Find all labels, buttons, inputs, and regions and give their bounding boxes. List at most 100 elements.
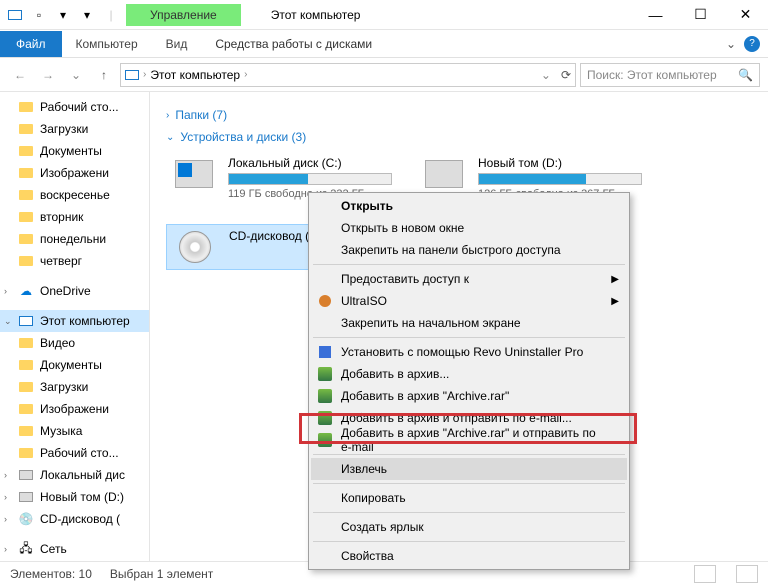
expand-icon[interactable]: ⌄ (4, 316, 12, 327)
context-item[interactable]: Установить с помощью Revo Uninstaller Pr… (311, 341, 627, 363)
file-tab[interactable]: Файл (0, 31, 62, 57)
pc-icon (18, 313, 34, 329)
address-field[interactable]: › Этот компьютер › ⌄ ⟳ (120, 63, 576, 87)
view-details-button[interactable] (694, 565, 716, 583)
context-item-label: Извлечь (341, 462, 387, 476)
drive-usage-bar (228, 173, 392, 185)
sidebar-item-label: воскресенье (40, 188, 110, 202)
context-separator (313, 483, 625, 484)
context-item[interactable]: Закрепить на начальном экране (311, 312, 627, 334)
expand-icon[interactable]: › (4, 544, 7, 554)
sidebar-item-pictures[interactable]: Изображени (0, 398, 149, 420)
expand-icon[interactable]: › (4, 492, 7, 502)
refresh-icon[interactable]: ⟳ (561, 68, 571, 82)
sidebar-item-label: Рабочий сто... (40, 446, 119, 460)
disk-icon (18, 467, 34, 483)
sidebar-item-disk[interactable]: › Новый том (D:) (0, 486, 149, 508)
sidebar-item-cd[interactable]: ›💿CD-дисковод ( (0, 508, 149, 530)
recent-dropdown[interactable]: ⌄ (64, 63, 88, 87)
ribbon-context-label: Управление (126, 4, 241, 26)
submenu-arrow-icon: ▶ (611, 296, 619, 307)
context-item[interactable]: Закрепить на панели быстрого доступа (311, 239, 627, 261)
qat-properties-icon[interactable]: ▫ (28, 4, 50, 26)
context-item[interactable]: Добавить в архив "Archive.rar" и отправи… (311, 429, 627, 451)
context-item[interactable]: Свойства (311, 545, 627, 567)
sidebar-item-folder[interactable]: воскресенье (0, 184, 149, 206)
rar-icon (317, 366, 333, 382)
sidebar-item-pictures[interactable]: Изображени (0, 162, 149, 184)
sidebar-item-pc[interactable]: ⌄Этот компьютер (0, 310, 149, 332)
onedrive-icon: ☁ (18, 283, 34, 299)
context-item[interactable]: Копировать (311, 487, 627, 509)
search-field[interactable]: Поиск: Этот компьютер 🔍 (580, 63, 760, 87)
expand-icon[interactable]: › (4, 470, 7, 480)
sidebar-item-downloads[interactable]: Загрузки (0, 118, 149, 140)
sidebar-item-music[interactable]: Музыка (0, 420, 149, 442)
sidebar-item-network[interactable]: ›🖧Сеть (0, 538, 149, 560)
group-folders[interactable]: › Папки (7) (166, 108, 752, 122)
context-separator (313, 541, 625, 542)
sidebar-item-label: Документы (40, 358, 102, 372)
folder-icon (18, 187, 34, 203)
forward-button[interactable]: → (36, 63, 60, 87)
sidebar-item-folder[interactable]: вторник (0, 206, 149, 228)
context-item[interactable]: Открыть (311, 195, 627, 217)
ribbon-collapse-icon[interactable]: ⌄ (718, 37, 744, 51)
ribbon-tab-disktools[interactable]: Средства работы с дисками (201, 31, 386, 57)
help-button[interactable]: ? (744, 36, 760, 52)
back-button[interactable]: ← (8, 63, 32, 87)
context-item[interactable]: Извлечь (311, 458, 627, 480)
sidebar-item-label: Загрузки (40, 122, 88, 136)
folder-icon (18, 253, 34, 269)
pictures-icon (18, 165, 34, 181)
explorer-icon (4, 4, 26, 26)
close-button[interactable]: ✕ (723, 1, 768, 29)
win-drive-icon (170, 156, 218, 192)
sidebar-item-folder[interactable]: понедельни (0, 228, 149, 250)
sidebar-item-desktop[interactable]: Рабочий сто... (0, 96, 149, 118)
qat-newfolder-icon[interactable]: ▾ (52, 4, 74, 26)
drive-name: Новый том (D:) (478, 156, 642, 170)
qat-customize-icon[interactable]: ▾ (76, 4, 98, 26)
context-item-label: Открыть в новом окне (341, 221, 464, 235)
pictures-icon (18, 401, 34, 417)
navigation-pane[interactable]: Рабочий сто... Загрузки Документы Изображен… (0, 92, 150, 561)
sidebar-item-label: Сеть (40, 542, 67, 556)
ribbon-tab-computer[interactable]: Компьютер (62, 31, 152, 57)
desktop-icon (18, 445, 34, 461)
up-button[interactable]: ↑ (92, 63, 116, 87)
ribbon-tab-view[interactable]: Вид (152, 31, 202, 57)
maximize-button[interactable]: ☐ (678, 1, 723, 29)
expand-icon[interactable]: › (4, 286, 7, 296)
sidebar-item-label: Изображени (40, 166, 109, 180)
sidebar-item-onedrive[interactable]: ›☁OneDrive (0, 280, 149, 302)
ribbon: Файл Компьютер Вид Средства работы с дис… (0, 30, 768, 58)
view-icons-button[interactable] (736, 565, 758, 583)
context-item[interactable]: UltraISO▶ (311, 290, 627, 312)
breadcrumb-root[interactable]: Этот компьютер (150, 68, 240, 82)
sidebar-item-disk[interactable]: ›Локальный дис (0, 464, 149, 486)
context-item[interactable]: Создать ярлык (311, 516, 627, 538)
disk-icon (18, 489, 34, 505)
cd-icon: 💿 (18, 511, 34, 527)
sidebar-item-videos[interactable]: Видео (0, 332, 149, 354)
sidebar-item-desktop[interactable]: Рабочий сто... (0, 442, 149, 464)
sidebar-item-documents[interactable]: Документы (0, 140, 149, 162)
context-item-label: Закрепить на начальном экране (341, 316, 521, 330)
context-item[interactable]: Добавить в архив "Archive.rar" (311, 385, 627, 407)
sidebar-item-label: Новый том (D:) (40, 490, 124, 504)
sidebar-item-documents[interactable]: Документы (0, 354, 149, 376)
address-dropdown-icon[interactable]: ⌄ (541, 68, 551, 82)
expand-icon[interactable]: › (4, 514, 7, 524)
context-item[interactable]: Открыть в новом окне (311, 217, 627, 239)
context-item[interactable]: Предоставить доступ к▶ (311, 268, 627, 290)
context-item-label: Установить с помощью Revo Uninstaller Pr… (341, 345, 583, 359)
sidebar-item-folder[interactable]: четверг (0, 250, 149, 272)
sidebar-item-downloads[interactable]: Загрузки (0, 376, 149, 398)
downloads-icon (18, 379, 34, 395)
minimize-button[interactable]: — (633, 1, 678, 29)
folder-icon (18, 209, 34, 225)
group-devices[interactable]: ⌄ Устройства и диски (3) (166, 130, 752, 144)
context-item[interactable]: Добавить в архив... (311, 363, 627, 385)
drive-name: Локальный диск (C:) (228, 156, 392, 170)
